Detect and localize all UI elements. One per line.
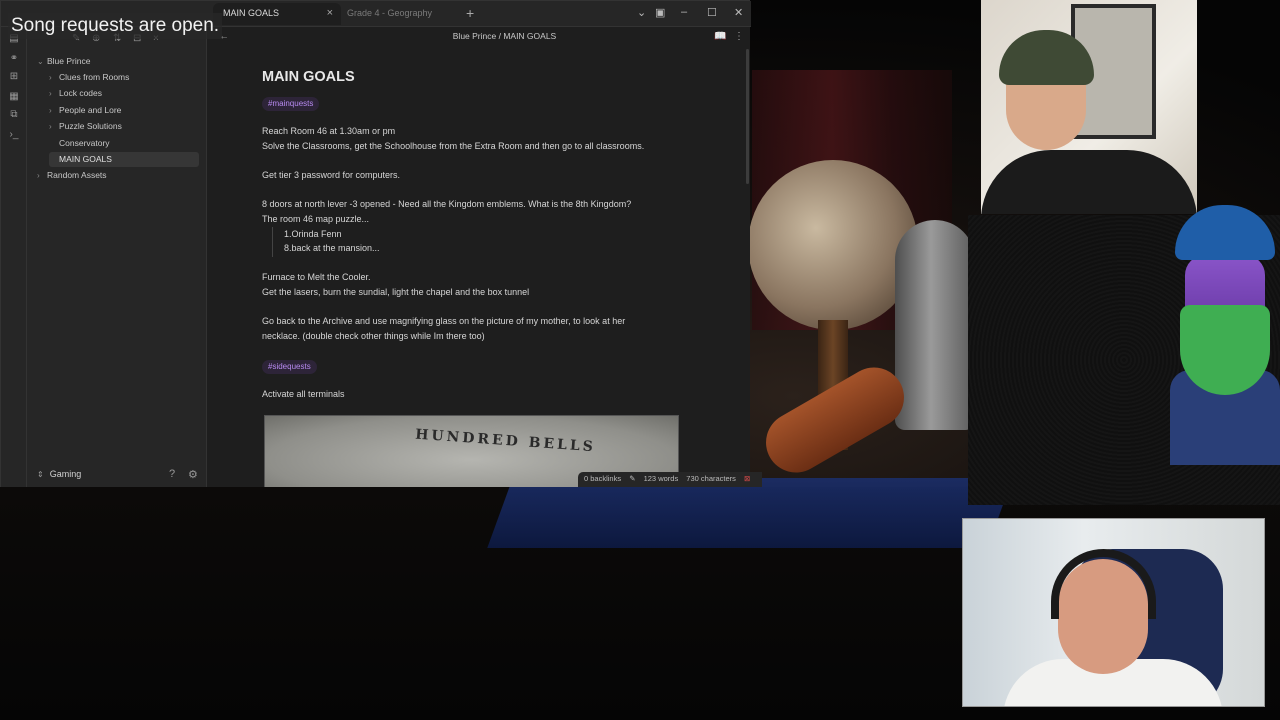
graph-icon[interactable]: ⚭: [8, 53, 20, 65]
tab-label: MAIN GOALS: [223, 8, 280, 18]
note-line: Get tier 3 password for computers.: [262, 170, 401, 180]
character-portrait: [1165, 200, 1280, 465]
sidebar-item-clues-from-rooms[interactable]: › Clues from Rooms: [49, 70, 199, 85]
tab-main-goals[interactable]: MAIN GOALS ×: [213, 3, 341, 25]
sidebar-toggle-icon[interactable]: ▣: [655, 6, 665, 19]
image-caption: HUNDRED BELLS: [414, 426, 597, 456]
chevron-right-icon: ›: [49, 122, 52, 131]
calendar-icon[interactable]: ▦: [8, 91, 20, 103]
canvas-icon[interactable]: ⊞: [8, 71, 20, 83]
sync-status-icon[interactable]: ⊠: [744, 474, 750, 483]
webcam-bottom: [962, 518, 1265, 707]
sidebar-item-random-assets[interactable]: › Random Assets: [37, 168, 197, 183]
file-explorer: ✎ ⊕ ⇅ ⊟ × ⌄Blue Prince ›Clues from Rooms…: [27, 27, 207, 487]
note-title: MAIN GOALS: [262, 69, 355, 85]
close-tab-icon[interactable]: ×: [327, 7, 333, 19]
more-options-icon[interactable]: ⋮: [734, 31, 744, 42]
stream-stage: MAIN GOALS × Grade 4 - Geography + ⌄ ▣ –…: [0, 0, 1280, 720]
game-blueprint-table: [487, 478, 1013, 548]
breadcrumb[interactable]: Blue Prince / MAIN GOALS: [207, 31, 750, 41]
word-count: 123 words: [643, 474, 679, 483]
editor-pane: Blue Prince / MAIN GOALS ← 📖 ⋮ MAIN GOAL…: [207, 27, 750, 487]
help-icon[interactable]: ?: [169, 468, 175, 480]
sidebar-item-blue-prince[interactable]: ⌄ Blue Prince: [37, 54, 197, 69]
obsidian-window: MAIN GOALS × Grade 4 - Geography + ⌄ ▣ –…: [0, 0, 763, 487]
note-line: Get the lasers, burn the sundial, light …: [262, 287, 530, 297]
maximize-icon[interactable]: ☐: [707, 6, 717, 19]
note-line: Go back to the Archive and use magnifyin…: [262, 316, 626, 326]
note-line: 8 doors at north lever -3 opened - Need …: [262, 199, 632, 209]
chevron-down-icon[interactable]: ⌄: [637, 6, 646, 19]
chevron-updown-icon: ⇕: [37, 470, 44, 479]
backlinks-count[interactable]: 0 backlinks: [584, 474, 621, 483]
chevron-right-icon: ›: [49, 73, 52, 82]
status-bar: 0 backlinks ✎ 123 words 730 characters ⊠: [578, 472, 763, 487]
sidebar-item-puzzle-solutions[interactable]: › Puzzle Solutions: [49, 119, 199, 134]
gear-icon[interactable]: ⚙: [188, 468, 198, 481]
note-line: 1.Orinda Fenn: [284, 229, 342, 239]
note-line: The room 46 map puzzle...: [262, 214, 370, 224]
character-hat: [1175, 205, 1275, 260]
tag-mainquests[interactable]: #mainquests: [262, 97, 320, 111]
chevron-down-icon: ⌄: [37, 57, 44, 66]
note-line: Reach Room 46 at 1.30am or pm: [262, 126, 396, 136]
note-line: 8.back at the mansion...: [284, 243, 380, 253]
left-ribbon: ▤ ⚭ ⊞ ▦ ⧉ ›_: [1, 27, 27, 487]
new-tab-icon[interactable]: +: [466, 5, 474, 21]
note-line: Furnace to Melt the Cooler.: [262, 272, 371, 282]
sidebar-item-conservatory[interactable]: Conservatory: [49, 136, 199, 151]
terminal-icon[interactable]: ›_: [8, 129, 20, 141]
tab-label: Grade 4 - Geography: [347, 8, 433, 18]
close-window-icon[interactable]: ✕: [734, 6, 743, 19]
reading-view-icon[interactable]: 📖: [714, 31, 726, 42]
game-globe: [748, 160, 918, 330]
note-line: Solve the Classrooms, get the Schoolhous…: [262, 141, 645, 151]
character-beard: [1180, 305, 1270, 395]
game-bust: [895, 220, 975, 430]
minimize-icon[interactable]: –: [681, 6, 687, 18]
vault-switcher[interactable]: ⇕ Gaming: [37, 469, 81, 479]
song-request-overlay: Song requests are open.: [8, 13, 223, 39]
indent-guide: [272, 227, 273, 257]
copy-icon[interactable]: ⧉: [8, 109, 20, 121]
webcam-top: [981, 0, 1197, 214]
editor-scrollbar[interactable]: [746, 49, 749, 184]
sidebar-item-lock-codes[interactable]: › Lock codes: [49, 86, 199, 101]
note-line: Activate all terminals: [262, 389, 345, 399]
tab-grade-4-geography[interactable]: Grade 4 - Geography: [337, 3, 457, 25]
sidebar-item-people-and-lore[interactable]: › People and Lore: [49, 103, 199, 118]
character-count: 730 characters: [686, 474, 736, 483]
chevron-right-icon: ›: [37, 171, 40, 180]
edit-icon[interactable]: ✎: [629, 474, 635, 483]
sidebar-item-main-goals[interactable]: MAIN GOALS: [49, 152, 199, 167]
note-line: necklace. (double check other things whi…: [262, 331, 485, 341]
chevron-right-icon: ›: [49, 89, 52, 98]
tag-sidequests[interactable]: #sidequests: [262, 360, 317, 374]
chevron-right-icon: ›: [49, 106, 52, 115]
